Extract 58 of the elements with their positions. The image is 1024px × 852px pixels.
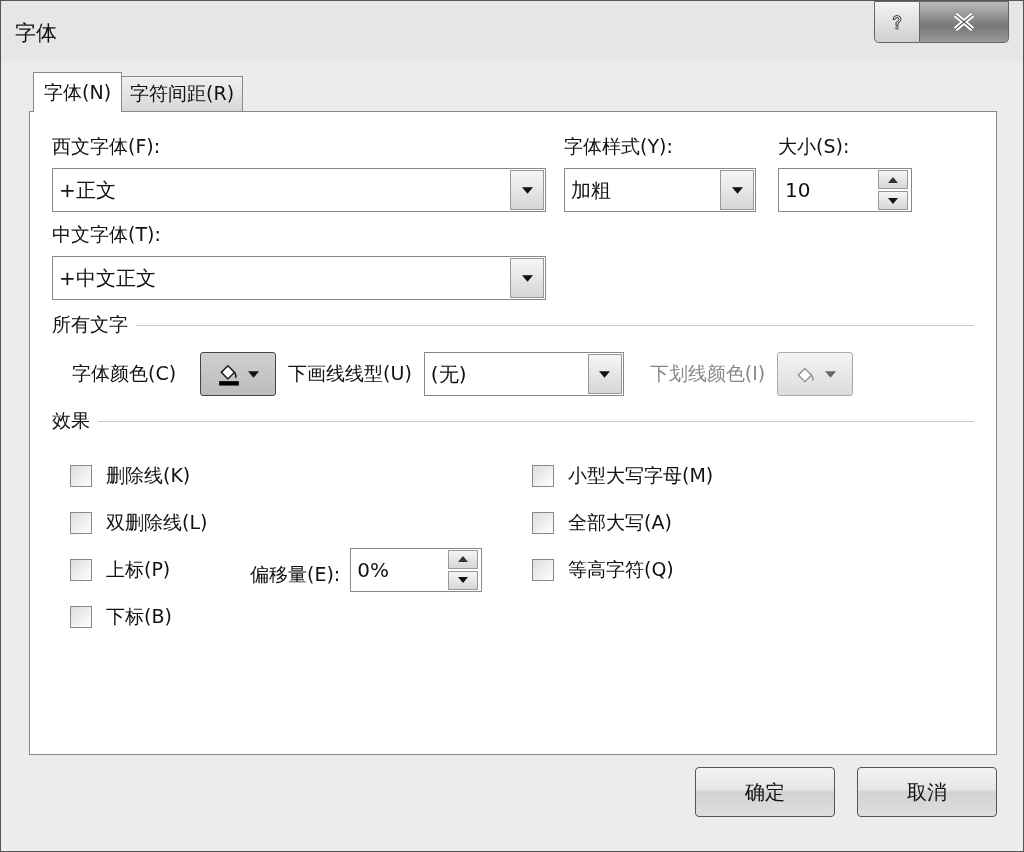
tab[interactable]: 字符间距(R) <box>121 76 244 111</box>
field-label: 中文字体(T): <box>52 222 162 247</box>
offset-field[interactable]: 0% <box>350 547 483 592</box>
checkbox[interactable] <box>70 558 92 581</box>
checkbox-label: 上标(P) <box>106 556 171 582</box>
help-button[interactable] <box>874 1 920 43</box>
field-label: 大小(S): <box>778 134 851 159</box>
checkbox[interactable] <box>70 511 92 534</box>
caret-icon <box>521 186 533 194</box>
close-button[interactable] <box>920 1 1009 43</box>
spin-up-button[interactable] <box>878 170 908 189</box>
down-arrow-icon <box>458 577 469 583</box>
caret-icon <box>824 370 836 378</box>
asian-font-dropdown[interactable]: +中文正文 <box>52 256 546 300</box>
up-arrow-icon <box>888 176 898 183</box>
field-label: 字体颜色(C) <box>72 361 177 386</box>
latin-font-dropdown[interactable]: +正文 <box>52 168 546 212</box>
dropdown-button[interactable] <box>510 258 544 298</box>
dropdown-button[interactable] <box>720 170 754 210</box>
checkbox-label: 等高字符(Q) <box>568 556 674 582</box>
font-style-dropdown[interactable]: 加粗 <box>564 168 756 212</box>
caret-icon <box>247 370 259 378</box>
field-label: 西文字体(F): <box>52 134 162 159</box>
field-label: 偏移量(E): <box>250 561 341 587</box>
caret-icon <box>599 370 611 378</box>
close-icon <box>952 12 976 32</box>
dialog-button[interactable]: 确定 <box>695 767 835 817</box>
dialog-button[interactable]: 取消 <box>857 767 997 817</box>
spin-up-button[interactable] <box>448 549 479 569</box>
checkbox[interactable] <box>532 511 554 534</box>
section-heading: 所有文字 <box>52 312 128 337</box>
checkbox[interactable] <box>532 464 554 487</box>
font-size-field[interactable]: 10 <box>778 168 912 212</box>
spin-down-button[interactable] <box>878 191 908 210</box>
checkbox-label: 全部大写(A) <box>568 509 672 535</box>
dropdown-button[interactable] <box>510 170 544 210</box>
underline-style-dropdown[interactable]: (无) <box>423 352 624 396</box>
checkbox[interactable] <box>70 605 92 628</box>
checkbox-label: 删除线(K) <box>106 462 191 488</box>
section-heading: 效果 <box>52 408 90 433</box>
window-title: 字体 <box>15 20 57 47</box>
spin-down-button[interactable] <box>448 570 479 590</box>
down-arrow-icon <box>888 197 898 204</box>
checkbox[interactable] <box>70 464 92 487</box>
up-arrow-icon <box>458 556 469 562</box>
dropdown-button[interactable] <box>587 354 622 394</box>
tab[interactable]: 字体(N) <box>33 72 123 112</box>
checkbox-label: 双删除线(L) <box>106 509 208 535</box>
field-label: 字体样式(Y): <box>564 134 674 159</box>
caret-icon <box>731 186 743 194</box>
font-color-button[interactable] <box>200 352 277 396</box>
font-color-icon <box>217 362 240 386</box>
field-label: 下划线颜色(I) <box>649 361 766 386</box>
field-label: 下画线线型(U) <box>288 361 412 386</box>
checkbox[interactable] <box>532 558 554 581</box>
checkbox-label: 下标(B) <box>106 603 172 629</box>
caret-icon <box>521 274 533 282</box>
checkbox-label: 小型大写字母(M) <box>568 462 714 488</box>
